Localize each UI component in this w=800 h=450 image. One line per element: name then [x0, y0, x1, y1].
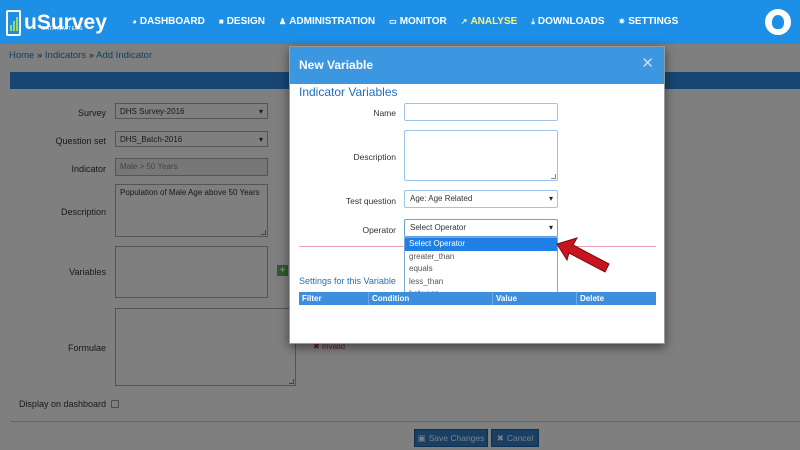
close-icon[interactable]: ✕: [641, 56, 654, 71]
section-title: Indicator Variables: [299, 85, 398, 99]
app-logo[interactable]: uSurvey: [6, 8, 107, 38]
operator-option[interactable]: Select Operator: [405, 238, 557, 251]
test-question-label: Test question: [345, 196, 396, 206]
line-chart-icon: ↗: [460, 17, 468, 26]
settings-table-header: Filter Condition Value Delete: [299, 292, 656, 305]
column-header-condition: Condition: [372, 294, 410, 303]
nav-settings[interactable]: ✷ SETTINGS: [619, 16, 679, 27]
gear-icon: ✷: [618, 17, 626, 26]
operator-label: Operator: [362, 225, 396, 235]
main-nav: ◕ DASHBOARD ■ DESIGN ♟ ADMINISTRATION ▭ …: [132, 16, 678, 27]
modal-description-textarea[interactable]: [404, 130, 558, 181]
column-header-delete: Delete: [580, 294, 605, 303]
nav-downloads[interactable]: ⤓ DOWNLOADS: [531, 16, 604, 27]
name-label: Name: [373, 108, 396, 118]
nav-dashboard-label: DASHBOARD: [139, 16, 205, 27]
modal-description-label: Description: [353, 152, 396, 162]
pointer-arrow-icon: [556, 237, 610, 273]
operator-option[interactable]: equals: [405, 263, 557, 276]
test-question-value: Age: Age Related: [410, 194, 473, 203]
monitor-icon: ▭: [389, 17, 397, 26]
modal-title: New Variable: [299, 58, 374, 72]
nav-downloads-label: DOWNLOADS: [537, 16, 605, 27]
settings-title: Settings for this Variable: [299, 276, 396, 286]
nav-design-label: DESIGN: [226, 16, 266, 27]
nav-monitor-label: MONITOR: [399, 16, 447, 27]
nav-settings-label: SETTINGS: [628, 16, 679, 27]
column-header-value: Value: [493, 292, 577, 305]
nav-administration-label: ADMINISTRATION: [289, 16, 376, 27]
user-admin-icon: ♟: [279, 17, 287, 26]
nav-design[interactable]: ■ DESIGN: [219, 16, 265, 27]
briefcase-icon: ■: [218, 17, 224, 26]
operator-option[interactable]: less_than: [405, 276, 557, 289]
operator-select[interactable]: Select Operator: [404, 219, 558, 237]
resize-grip-icon[interactable]: [551, 174, 556, 179]
nav-analyse[interactable]: ↗ ANALYSE: [461, 16, 518, 27]
nav-administration[interactable]: ♟ ADMINISTRATION: [279, 16, 375, 27]
nav-monitor[interactable]: ▭ MONITOR: [389, 16, 447, 27]
user-avatar-icon[interactable]: [765, 9, 791, 35]
column-header-blank: [407, 292, 493, 305]
top-nav-bar: uSurvey DATA MATTERS ◕ DASHBOARD ■ DESIG…: [0, 0, 800, 44]
logo-tagline: DATA MATTERS: [42, 26, 83, 32]
nav-dashboard[interactable]: ◕ DASHBOARD: [132, 16, 205, 27]
column-header-filter: Filter: [299, 292, 369, 305]
download-icon: ⤓: [531, 16, 535, 26]
test-question-select[interactable]: Age: Age Related: [404, 190, 558, 208]
dashboard-icon: ◕: [132, 17, 137, 26]
operator-value: Select Operator: [410, 223, 467, 232]
operator-option[interactable]: greater_than: [405, 251, 557, 264]
modal-header: New Variable ✕: [290, 47, 664, 84]
logo-phone-icon: [6, 10, 21, 36]
new-variable-modal: New Variable ✕ Indicator Variables Name …: [289, 46, 665, 344]
name-input[interactable]: [404, 103, 558, 121]
nav-analyse-label: ANALYSE: [470, 16, 518, 27]
